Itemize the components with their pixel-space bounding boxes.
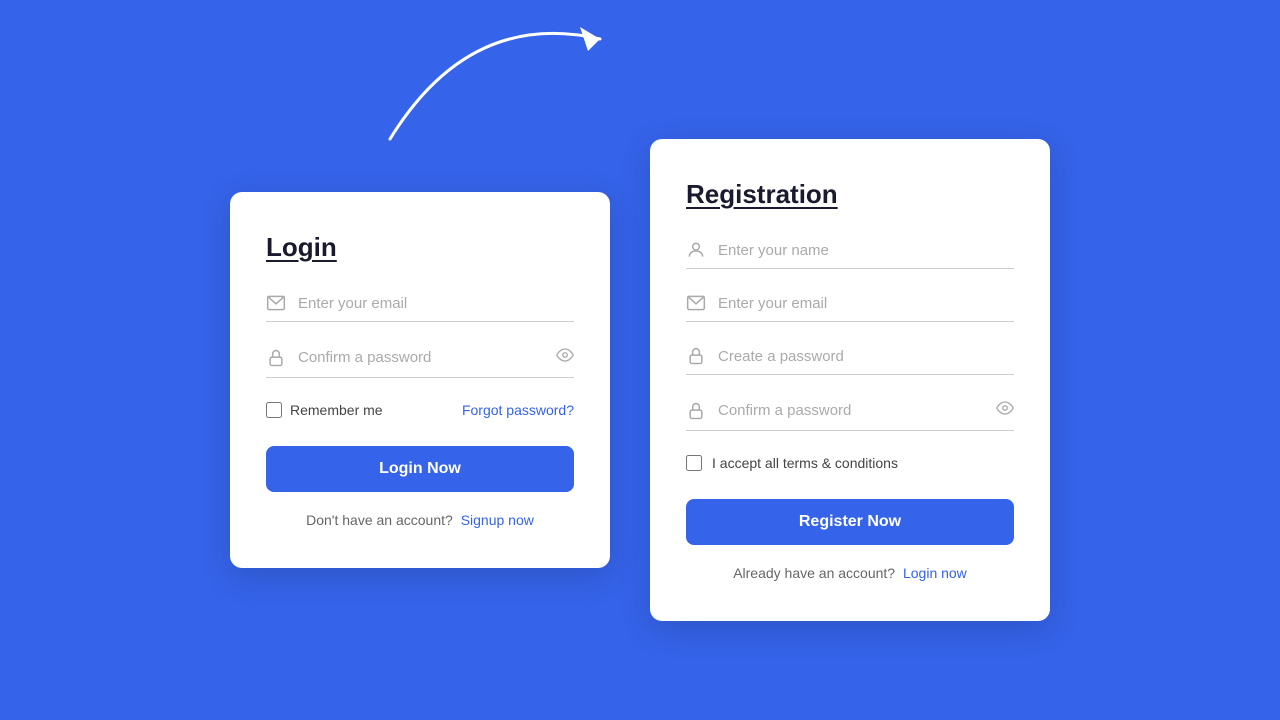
login-password-group	[266, 346, 574, 378]
lock-icon	[266, 348, 286, 368]
reg-footer-text: Already have an account?	[733, 565, 895, 581]
login-email-input[interactable]	[298, 295, 574, 312]
terms-group: I accept all terms & conditions	[686, 455, 1014, 471]
login-footer-text: Don't have an account?	[306, 512, 453, 528]
reg-eye-toggle-icon[interactable]	[996, 399, 1014, 422]
login-password-input[interactable]	[298, 349, 548, 366]
arrow-graphic	[370, 0, 650, 159]
login-button[interactable]: Login Now	[266, 446, 574, 492]
reg-email-group	[686, 293, 1014, 322]
remember-me-checkbox[interactable]	[266, 402, 282, 418]
terms-text: I accept all terms & conditions	[712, 455, 898, 471]
reg-email-input[interactable]	[718, 295, 1014, 312]
login-link[interactable]: Login now	[903, 565, 967, 581]
signup-link[interactable]: Signup now	[461, 512, 534, 528]
reg-email-icon	[686, 293, 706, 313]
registration-title: Registration	[686, 179, 1014, 210]
reg-create-password-group	[686, 346, 1014, 375]
remember-me-label[interactable]: Remember me	[266, 402, 383, 418]
login-footer: Don't have an account? Signup now	[266, 512, 574, 528]
reg-name-input[interactable]	[718, 242, 1014, 259]
reg-confirm-password-group	[686, 399, 1014, 431]
reg-lock-icon	[686, 346, 706, 366]
login-options: Remember me Forgot password?	[266, 402, 574, 418]
reg-name-group	[686, 240, 1014, 269]
login-card: Login	[230, 192, 610, 568]
remember-me-text: Remember me	[290, 402, 383, 418]
reg-create-password-input[interactable]	[718, 348, 1014, 365]
eye-toggle-icon[interactable]	[556, 346, 574, 369]
forgot-password-link[interactable]: Forgot password?	[462, 402, 574, 418]
registration-card: Registration	[650, 139, 1050, 621]
register-button[interactable]: Register Now	[686, 499, 1014, 545]
login-title: Login	[266, 232, 574, 263]
login-email-group	[266, 293, 574, 322]
terms-checkbox[interactable]	[686, 455, 702, 471]
person-icon	[686, 240, 706, 260]
email-icon	[266, 293, 286, 313]
registration-footer: Already have an account? Login now	[686, 565, 1014, 581]
reg-confirm-password-input[interactable]	[718, 402, 988, 419]
reg-confirm-lock-icon	[686, 401, 706, 421]
